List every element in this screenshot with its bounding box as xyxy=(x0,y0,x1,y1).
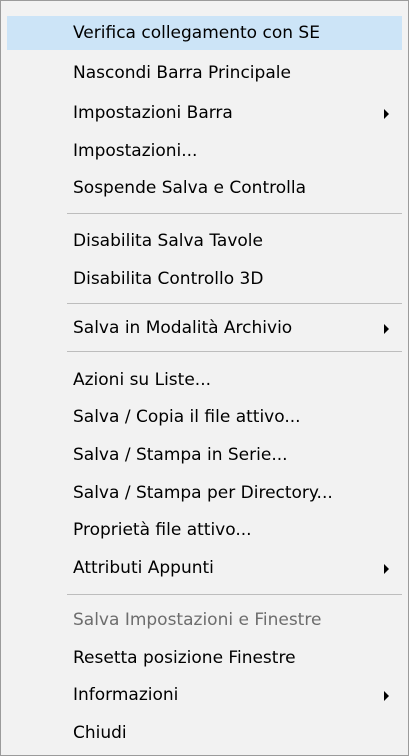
menu-item-azioni-su-liste[interactable]: Azioni su Liste... xyxy=(7,363,402,397)
menu-item-salva-copia-file-attivo[interactable]: Salva / Copia il file attivo... xyxy=(7,400,402,434)
menu-item-label: Verifica collegamento con SE xyxy=(73,23,320,43)
menu-item-verifica-collegamento[interactable]: Verifica collegamento con SE xyxy=(7,16,402,50)
menu-item-label: Salva in Modalità Archivio xyxy=(73,318,293,338)
menu-item-disabilita-salva-tavole[interactable]: Disabilita Salva Tavole xyxy=(7,224,402,258)
menu-item-salva-stampa-in-serie[interactable]: Salva / Stampa in Serie... xyxy=(7,438,402,472)
submenu-arrow-icon xyxy=(384,324,389,334)
menu-item-label: Azioni su Liste... xyxy=(73,370,212,390)
menu-item-label: Salva / Stampa in Serie... xyxy=(73,445,288,465)
menu-item-salva-impostazioni-finestre[interactable]: Salva Impostazioni e Finestre xyxy=(7,603,402,637)
submenu-arrow-icon xyxy=(384,691,389,701)
menu-item-sospende-salva-controlla[interactable]: Sospende Salva e Controlla xyxy=(7,171,402,205)
menu-item-chiudi[interactable]: Chiudi xyxy=(7,716,402,750)
menu-item-salva-modalita-archivio[interactable]: Salva in Modalità Archivio xyxy=(7,311,402,345)
menu-item-impostazioni[interactable]: Impostazioni... xyxy=(7,134,402,168)
menu-item-disabilita-controllo-3d[interactable]: Disabilita Controllo 3D xyxy=(7,262,402,296)
submenu-arrow-icon xyxy=(384,564,389,574)
menu-separator xyxy=(67,303,402,304)
menu-item-attributi-appunti[interactable]: Attributi Appunti xyxy=(7,551,402,585)
submenu-arrow-icon xyxy=(384,109,389,119)
menu-separator xyxy=(67,213,402,214)
context-menu: Verifica collegamento con SE Nascondi Ba… xyxy=(0,0,409,756)
menu-item-label: Nascondi Barra Principale xyxy=(73,63,291,83)
menu-item-label: Chiudi xyxy=(73,723,127,743)
menu-item-impostazioni-barra[interactable]: Impostazioni Barra xyxy=(7,96,402,130)
menu-item-label: Resetta posizione Finestre xyxy=(73,648,296,668)
menu-item-label: Sospende Salva e Controlla xyxy=(73,178,306,198)
menu-item-resetta-posizione-finestre[interactable]: Resetta posizione Finestre xyxy=(7,641,402,675)
menu-item-label: Salva Impostazioni e Finestre xyxy=(73,610,322,630)
menu-item-informazioni[interactable]: Informazioni xyxy=(7,678,402,712)
menu-item-label: Impostazioni Barra xyxy=(73,103,233,123)
menu-item-label: Disabilita Controllo 3D xyxy=(73,269,264,289)
menu-separator xyxy=(67,594,402,595)
menu-separator xyxy=(67,351,402,352)
menu-item-label: Disabilita Salva Tavole xyxy=(73,231,263,251)
menu-item-salva-stampa-per-directory[interactable]: Salva / Stampa per Directory... xyxy=(7,476,402,510)
menu-item-label: Salva / Stampa per Directory... xyxy=(73,483,333,503)
menu-item-label: Salva / Copia il file attivo... xyxy=(73,407,301,427)
menu-item-nascondi-barra-principale[interactable]: Nascondi Barra Principale xyxy=(7,56,402,90)
menu-item-proprieta-file-attivo[interactable]: Proprietà file attivo... xyxy=(7,513,402,547)
menu-item-label: Proprietà file attivo... xyxy=(73,520,252,540)
menu-item-label: Impostazioni... xyxy=(73,141,198,161)
menu-item-label: Attributi Appunti xyxy=(73,558,214,578)
menu-item-label: Informazioni xyxy=(73,685,179,705)
